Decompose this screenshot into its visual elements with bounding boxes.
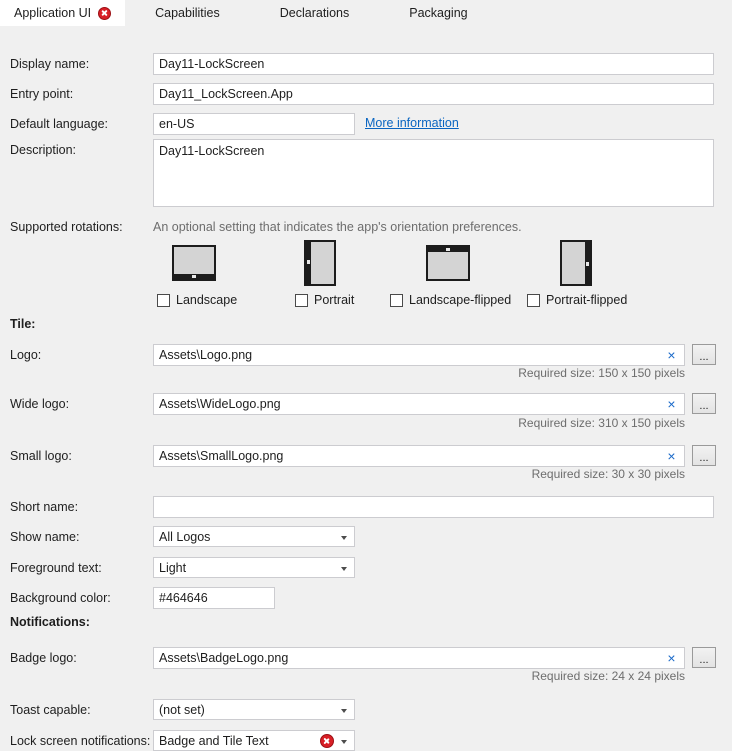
badge-logo-browse-button[interactable]: ... (692, 647, 716, 668)
small-logo-required-size: Required size: 30 x 30 pixels (415, 467, 685, 481)
badge-logo-label: Badge logo: (10, 651, 77, 666)
toast-capable-dropdown[interactable]: (not set) (153, 699, 355, 720)
foreground-text-label: Foreground text: (10, 561, 102, 576)
manifest-form: Display name: Entry point: Default langu… (0, 26, 732, 731)
checkbox-row-landscape-flipped[interactable]: Landscape-flipped (390, 293, 511, 307)
foreground-text-value: Light (159, 560, 186, 576)
wide-logo-label: Wide logo: (10, 397, 69, 412)
logo-clear-icon[interactable]: × (664, 348, 679, 363)
supported-rotations-label: Supported rotations: (10, 220, 123, 235)
lock-screen-notifications-dropdown[interactable]: Badge and Tile Text (153, 730, 355, 751)
description-label: Description: (10, 143, 76, 158)
device-portrait-flipped-icon (560, 240, 592, 286)
wide-logo-input[interactable] (153, 393, 685, 415)
logo-input[interactable] (153, 344, 685, 366)
supported-rotations-hint: An optional setting that indicates the a… (153, 220, 522, 235)
tab-strip-filler (498, 0, 732, 26)
error-circle-icon (98, 7, 111, 20)
background-color-label: Background color: (10, 591, 111, 606)
notifications-section-header: Notifications: (10, 615, 90, 630)
checkbox-landscape-label: Landscape (176, 293, 237, 307)
chevron-down-icon (341, 740, 347, 744)
logo-required-size: Required size: 150 x 150 pixels (415, 366, 685, 380)
checkbox-portrait[interactable] (295, 294, 308, 307)
default-language-label: Default language: (10, 117, 108, 132)
checkbox-row-portrait[interactable]: Portrait (295, 293, 354, 307)
checkbox-portrait-flipped[interactable] (527, 294, 540, 307)
badge-logo-required-size: Required size: 24 x 24 pixels (415, 669, 685, 683)
display-name-label: Display name: (10, 57, 89, 72)
lock-screen-notifications-label: Lock screen notifications: (10, 734, 150, 749)
short-name-label: Short name: (10, 500, 78, 515)
checkbox-row-portrait-flipped[interactable]: Portrait-flipped (527, 293, 627, 307)
more-information-link[interactable]: More information (365, 116, 459, 131)
small-logo-input[interactable] (153, 445, 685, 467)
checkbox-portrait-label: Portrait (314, 293, 354, 307)
chevron-down-icon (341, 567, 347, 571)
small-logo-browse-button[interactable]: ... (692, 445, 716, 466)
chevron-down-icon (341, 709, 347, 713)
tab-packaging[interactable]: Packaging (379, 0, 497, 26)
wide-logo-clear-icon[interactable]: × (664, 397, 679, 412)
tab-declarations[interactable]: Declarations (250, 0, 379, 26)
badge-logo-clear-icon[interactable]: × (664, 651, 679, 666)
small-logo-browse-label: ... (693, 452, 715, 464)
small-logo-clear-icon[interactable]: × (664, 449, 679, 464)
entry-point-input[interactable] (153, 83, 714, 105)
background-color-input[interactable] (153, 587, 275, 609)
tab-strip: Application UI Capabilities Declarations… (0, 0, 732, 26)
checkbox-landscape[interactable] (157, 294, 170, 307)
display-name-input[interactable] (153, 53, 714, 75)
wide-logo-required-size: Required size: 310 x 150 pixels (415, 416, 685, 430)
device-landscape-icon (172, 245, 216, 281)
checkbox-row-landscape[interactable]: Landscape (157, 293, 237, 307)
short-name-input[interactable] (153, 496, 714, 518)
entry-point-label: Entry point: (10, 87, 73, 102)
toast-capable-label: Toast capable: (10, 703, 91, 718)
show-name-value: All Logos (159, 529, 210, 545)
description-input[interactable] (153, 139, 714, 207)
chevron-down-icon (341, 536, 347, 540)
badge-logo-input[interactable] (153, 647, 685, 669)
tile-section-header: Tile: (10, 317, 35, 332)
wide-logo-browse-button[interactable]: ... (692, 393, 716, 414)
checkbox-landscape-flipped-label: Landscape-flipped (409, 293, 511, 307)
show-name-dropdown[interactable]: All Logos (153, 526, 355, 547)
tab-packaging-label: Packaging (409, 7, 467, 20)
toast-capable-value: (not set) (159, 702, 205, 718)
badge-logo-browse-label: ... (693, 654, 715, 666)
checkbox-portrait-flipped-label: Portrait-flipped (546, 293, 627, 307)
checkbox-landscape-flipped[interactable] (390, 294, 403, 307)
show-name-label: Show name: (10, 530, 79, 545)
tab-capabilities-label: Capabilities (155, 7, 220, 20)
wide-logo-browse-label: ... (693, 400, 715, 412)
device-landscape-flipped-icon (426, 245, 470, 281)
device-portrait-icon (304, 240, 336, 286)
logo-browse-button[interactable]: ... (692, 344, 716, 365)
foreground-text-dropdown[interactable]: Light (153, 557, 355, 578)
tab-application-ui-label: Application UI (14, 7, 91, 20)
tab-declarations-label: Declarations (280, 7, 349, 20)
logo-browse-label: ... (693, 351, 715, 363)
lock-screen-notifications-value: Badge and Tile Text (159, 733, 269, 749)
error-circle-icon (320, 734, 334, 748)
default-language-input[interactable] (153, 113, 355, 135)
tab-application-ui[interactable]: Application UI (0, 0, 125, 26)
logo-label: Logo: (10, 348, 41, 363)
tab-capabilities[interactable]: Capabilities (125, 0, 250, 26)
small-logo-label: Small logo: (10, 449, 72, 464)
